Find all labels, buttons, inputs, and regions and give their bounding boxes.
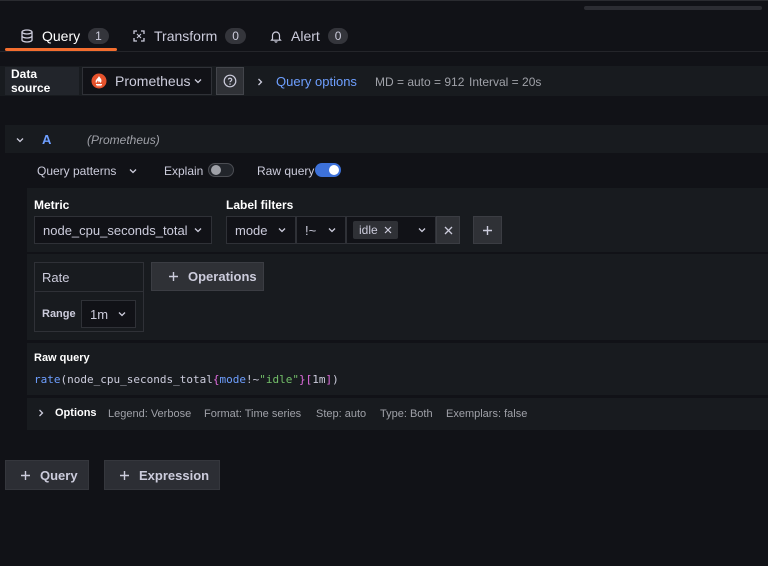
query-options-toggle[interactable]: Query options	[256, 74, 357, 89]
code-operator: !~	[245, 373, 260, 386]
label-operator-select[interactable]: !~	[296, 216, 346, 244]
query-patterns-label: Query patterns	[37, 164, 117, 178]
code-label-key: mode	[219, 373, 246, 386]
options-type: Type: Both	[380, 408, 433, 420]
chevron-down-icon	[193, 225, 203, 235]
query-options-label: Query options	[276, 74, 357, 89]
transform-icon	[132, 29, 146, 43]
raw-query-code: rate(node_cpu_seconds_total{mode!~"idle"…	[34, 373, 339, 386]
options-label: Options	[55, 407, 97, 419]
plus-icon	[20, 470, 31, 481]
options-toggle[interactable]: Options	[37, 407, 97, 419]
tab-transform[interactable]: Transform 0	[132, 24, 246, 48]
toggle-knob	[211, 165, 221, 175]
add-expression-button[interactable]: Expression	[104, 460, 220, 490]
operation-name[interactable]: Rate	[35, 263, 143, 292]
options-step: Step: auto	[316, 408, 367, 420]
label-value-chip: idle	[353, 221, 398, 239]
max-datapoints-info: MD = auto = 912	[375, 75, 465, 89]
chevron-down-icon	[128, 166, 138, 176]
add-query-button[interactable]: Query	[5, 460, 89, 490]
label-filters-label: Label filters	[226, 198, 294, 212]
chevron-down-icon	[327, 225, 337, 235]
metric-value: node_cpu_seconds_total	[43, 222, 188, 238]
options-format: Format: Time series	[204, 408, 302, 420]
raw-query-heading: Raw query	[34, 352, 90, 364]
chevron-right-icon	[256, 77, 264, 87]
code-function: rate	[34, 373, 61, 386]
code-brace: }	[298, 373, 306, 386]
add-label-filter-button[interactable]	[473, 216, 502, 244]
horizontal-scrollbar[interactable]	[584, 6, 762, 10]
plus-icon	[482, 225, 493, 236]
tab-label: Query	[42, 28, 81, 44]
database-icon	[20, 29, 34, 43]
add-query-label: Query	[40, 467, 78, 483]
label-value-text: idle	[359, 223, 378, 237]
code-paren: )	[332, 373, 339, 386]
chevron-down-icon	[117, 309, 127, 319]
query-datasource-name: (Prometheus)	[87, 133, 160, 147]
label-operator-value: !~	[305, 222, 317, 238]
explain-toggle[interactable]	[208, 163, 234, 177]
add-expression-label: Expression	[139, 467, 210, 483]
add-operation-label: Operations	[188, 269, 257, 284]
label-value-select[interactable]: idle	[346, 216, 436, 244]
chevron-down-icon	[193, 76, 203, 86]
range-label: Range	[42, 308, 76, 320]
code-range: 1m	[312, 373, 326, 386]
chevron-down-icon	[277, 225, 287, 235]
metric-select[interactable]: node_cpu_seconds_total	[34, 216, 212, 244]
remove-chip-icon[interactable]	[384, 226, 392, 234]
tab-label: Transform	[154, 28, 218, 44]
label-key-value: mode	[235, 222, 268, 238]
raw-query-panel	[27, 343, 768, 395]
range-select[interactable]: 1m	[81, 300, 136, 328]
tab-count-badge: 1	[88, 28, 109, 44]
tab-count-badge: 0	[225, 28, 246, 44]
tab-count-badge: 0	[327, 28, 349, 44]
question-circle-icon	[223, 74, 237, 88]
chevron-right-icon	[37, 408, 45, 418]
prometheus-icon	[91, 73, 107, 89]
tabs-divider	[0, 51, 768, 52]
tab-alert[interactable]: Alert 0	[269, 24, 349, 48]
datasource-name: Prometheus	[115, 73, 191, 89]
bell-icon	[269, 29, 283, 43]
code-metric: node_cpu_seconds_total	[67, 373, 213, 386]
label-key-select[interactable]: mode	[226, 216, 296, 244]
code-label-value: "idle"	[259, 373, 299, 386]
explain-label: Explain	[164, 164, 204, 178]
options-exemplars: Exemplars: false	[446, 408, 528, 420]
plus-icon	[119, 470, 130, 481]
add-operation-button[interactable]: Operations	[151, 262, 264, 291]
toggle-knob	[329, 165, 339, 175]
tab-label: Alert	[291, 28, 320, 44]
query-ref-id[interactable]: A	[42, 132, 51, 147]
options-legend: Legend: Verbose	[108, 408, 192, 420]
query-patterns-dropdown[interactable]: Query patterns	[37, 164, 138, 178]
datasource-picker[interactable]: Prometheus	[82, 67, 212, 95]
interval-info: Interval = 20s	[469, 75, 542, 89]
collapse-query-chevron[interactable]	[15, 134, 25, 148]
datasource-label: Data source	[5, 67, 79, 95]
top-border	[0, 0, 768, 1]
raw-query-toggle[interactable]	[315, 163, 341, 177]
raw-query-label: Raw query	[257, 164, 315, 178]
range-value: 1m	[90, 306, 109, 322]
close-icon	[444, 226, 453, 235]
tab-query[interactable]: Query 1	[20, 24, 109, 48]
chevron-down-icon	[15, 135, 25, 145]
remove-label-filter-button[interactable]	[436, 216, 460, 244]
plus-icon	[168, 271, 179, 282]
datasource-help-button[interactable]	[216, 67, 244, 95]
metric-label: Metric	[34, 198, 70, 212]
chevron-down-icon	[417, 225, 427, 235]
